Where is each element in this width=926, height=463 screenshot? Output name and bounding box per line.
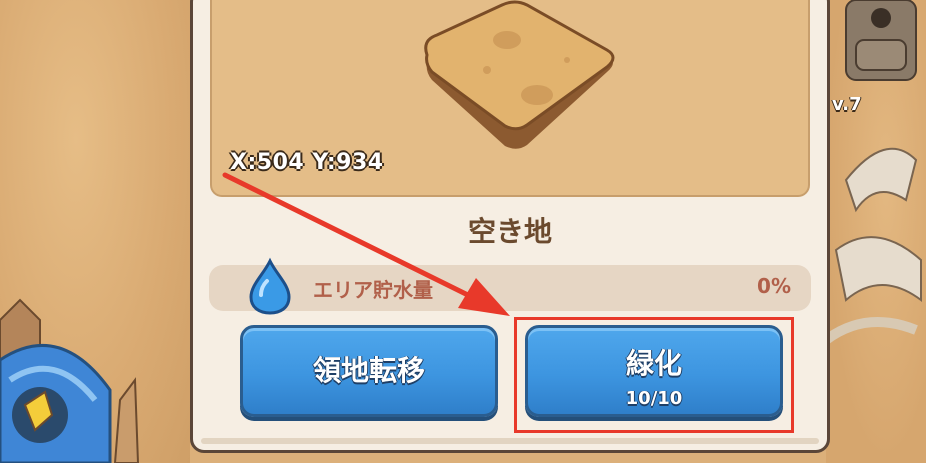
water-storage-bar: エリア貯水量 0% [209, 257, 811, 315]
map-coordinates: X:504 Y:934 [230, 150, 384, 175]
highlight-box [514, 317, 794, 433]
water-storage-label: エリア貯水量 [313, 278, 433, 302]
territory-transfer-label: 領地転移 [312, 354, 425, 387]
sand-tile-icon [424, 0, 615, 149]
territory-transfer-button[interactable]: 領地転移 [240, 325, 498, 417]
golem-icon [826, 0, 922, 345]
tile-preview: X:504 Y:934 [210, 0, 810, 197]
water-storage-value: 0% [757, 274, 791, 298]
panel-bottom-shade [201, 438, 819, 444]
level-label: v.7 [832, 94, 862, 115]
building-icon [0, 298, 140, 463]
tile-title: 空き地 [467, 215, 552, 248]
water-drop-icon [249, 257, 291, 315]
